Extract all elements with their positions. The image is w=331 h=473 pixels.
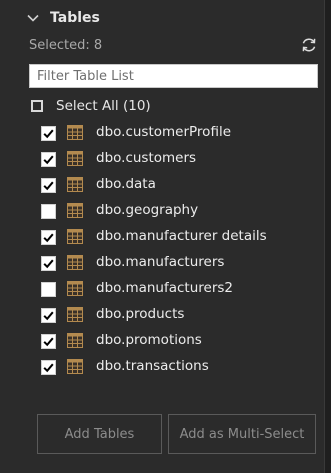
table-name: dbo.geography: [96, 202, 199, 218]
table-checkbox[interactable]: [41, 256, 56, 271]
table-icon: [67, 203, 83, 218]
table-row[interactable]: dbo.promotions: [0, 328, 325, 354]
select-all-label: Select All (10): [56, 98, 151, 114]
table-icon: [67, 333, 83, 348]
selected-count: Selected: 8: [29, 38, 103, 53]
table-row[interactable]: dbo.customers: [0, 146, 325, 172]
table-icon: [67, 281, 83, 296]
checkmark-icon: [43, 181, 54, 191]
add-as-multi-select-button[interactable]: Add as Multi-Select: [168, 414, 316, 454]
table-name: dbo.customers: [96, 150, 197, 166]
table-name: dbo.customerProfile: [96, 124, 231, 140]
table-checkbox[interactable]: [41, 230, 56, 245]
checkmark-icon: [43, 129, 54, 139]
table-row[interactable]: dbo.products: [0, 302, 325, 328]
table-name: dbo.transactions: [96, 358, 209, 374]
table-icon: [67, 307, 83, 322]
table-checkbox[interactable]: [41, 282, 56, 297]
chevron-down-icon[interactable]: [26, 11, 40, 25]
table-icon: [67, 229, 83, 244]
table-icon: [67, 151, 83, 166]
add-tables-button[interactable]: Add Tables: [37, 414, 162, 454]
select-all-checkbox[interactable]: Select All (10): [31, 98, 151, 114]
table-row[interactable]: dbo.geography: [0, 198, 325, 224]
table-icon: [67, 255, 83, 270]
table-name: dbo.manufacturers: [96, 254, 225, 270]
table-name: dbo.manufacturers2: [96, 280, 234, 296]
table-name: dbo.manufacturer details: [96, 228, 267, 244]
table-row[interactable]: dbo.transactions: [0, 354, 325, 380]
section-title: Tables: [50, 10, 100, 26]
table-checkbox[interactable]: [41, 308, 56, 323]
checkmark-icon: [43, 337, 54, 347]
section-header[interactable]: Tables: [26, 10, 100, 26]
table-name: dbo.data: [96, 176, 156, 192]
table-row[interactable]: dbo.manufacturer details: [0, 224, 325, 250]
checkmark-icon: [43, 155, 54, 165]
select-all-box[interactable]: [31, 100, 43, 112]
table-checkbox[interactable]: [41, 360, 56, 375]
table-name: dbo.promotions: [96, 332, 202, 348]
table-checkbox[interactable]: [41, 178, 56, 193]
table-checkbox[interactable]: [41, 334, 56, 349]
table-row[interactable]: dbo.data: [0, 172, 325, 198]
table-checkbox[interactable]: [41, 126, 56, 141]
table-row[interactable]: dbo.manufacturers2: [0, 276, 325, 302]
checkmark-icon: [43, 259, 54, 269]
table-checkbox[interactable]: [41, 204, 56, 219]
checkmark-icon: [43, 363, 54, 373]
refresh-icon[interactable]: [300, 36, 318, 54]
table-row[interactable]: dbo.manufacturers: [0, 250, 325, 276]
tables-panel: Tables Selected: 8 Select All (10) dbo.c…: [0, 0, 325, 473]
table-checkbox[interactable]: [41, 152, 56, 167]
table-name: dbo.products: [96, 306, 185, 322]
table-icon: [67, 359, 83, 374]
table-icon: [67, 177, 83, 192]
checkmark-icon: [43, 233, 54, 243]
filter-table-input[interactable]: [29, 64, 318, 88]
checkmark-icon: [43, 311, 54, 321]
table-row[interactable]: dbo.customerProfile: [0, 120, 325, 146]
table-icon: [67, 125, 83, 140]
